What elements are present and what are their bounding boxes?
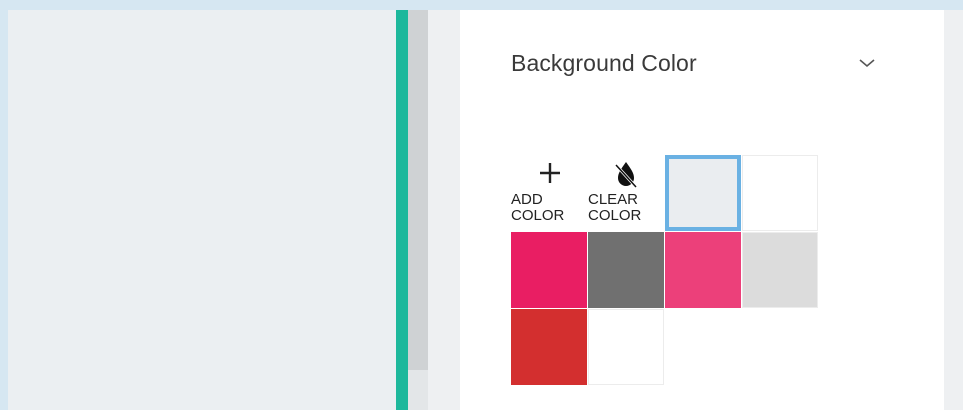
panel-right-gutter	[944, 10, 963, 410]
color-swatch[interactable]	[511, 232, 587, 308]
color-swatch[interactable]	[742, 232, 818, 308]
add-color-label: ADD COLOR	[511, 191, 565, 224]
panel-gutter	[428, 10, 460, 410]
color-swatch[interactable]	[588, 309, 664, 385]
clear-color-button[interactable]: CLEAR COLOR	[588, 159, 664, 235]
color-swatch[interactable]	[665, 232, 741, 308]
color-swatch[interactable]	[588, 232, 664, 308]
section-title[interactable]: Background Color	[511, 50, 697, 77]
add-color-button[interactable]: ADD COLOR	[511, 159, 587, 235]
color-swatch[interactable]	[511, 309, 587, 385]
no-drop-icon	[614, 162, 638, 189]
scrollbar[interactable]	[408, 10, 428, 410]
clear-color-label: CLEAR COLOR	[588, 191, 642, 224]
plus-icon	[540, 163, 560, 183]
accent-bar	[396, 10, 408, 410]
chevron-down-icon[interactable]	[856, 54, 878, 72]
color-swatch[interactable]	[665, 155, 741, 231]
scrollbar-thumb[interactable]	[408, 10, 428, 370]
preview-canvas	[8, 10, 396, 410]
color-swatch[interactable]	[742, 155, 818, 231]
properties-panel: Background Color ADD COLOR CLEAR COLOR	[460, 10, 944, 410]
